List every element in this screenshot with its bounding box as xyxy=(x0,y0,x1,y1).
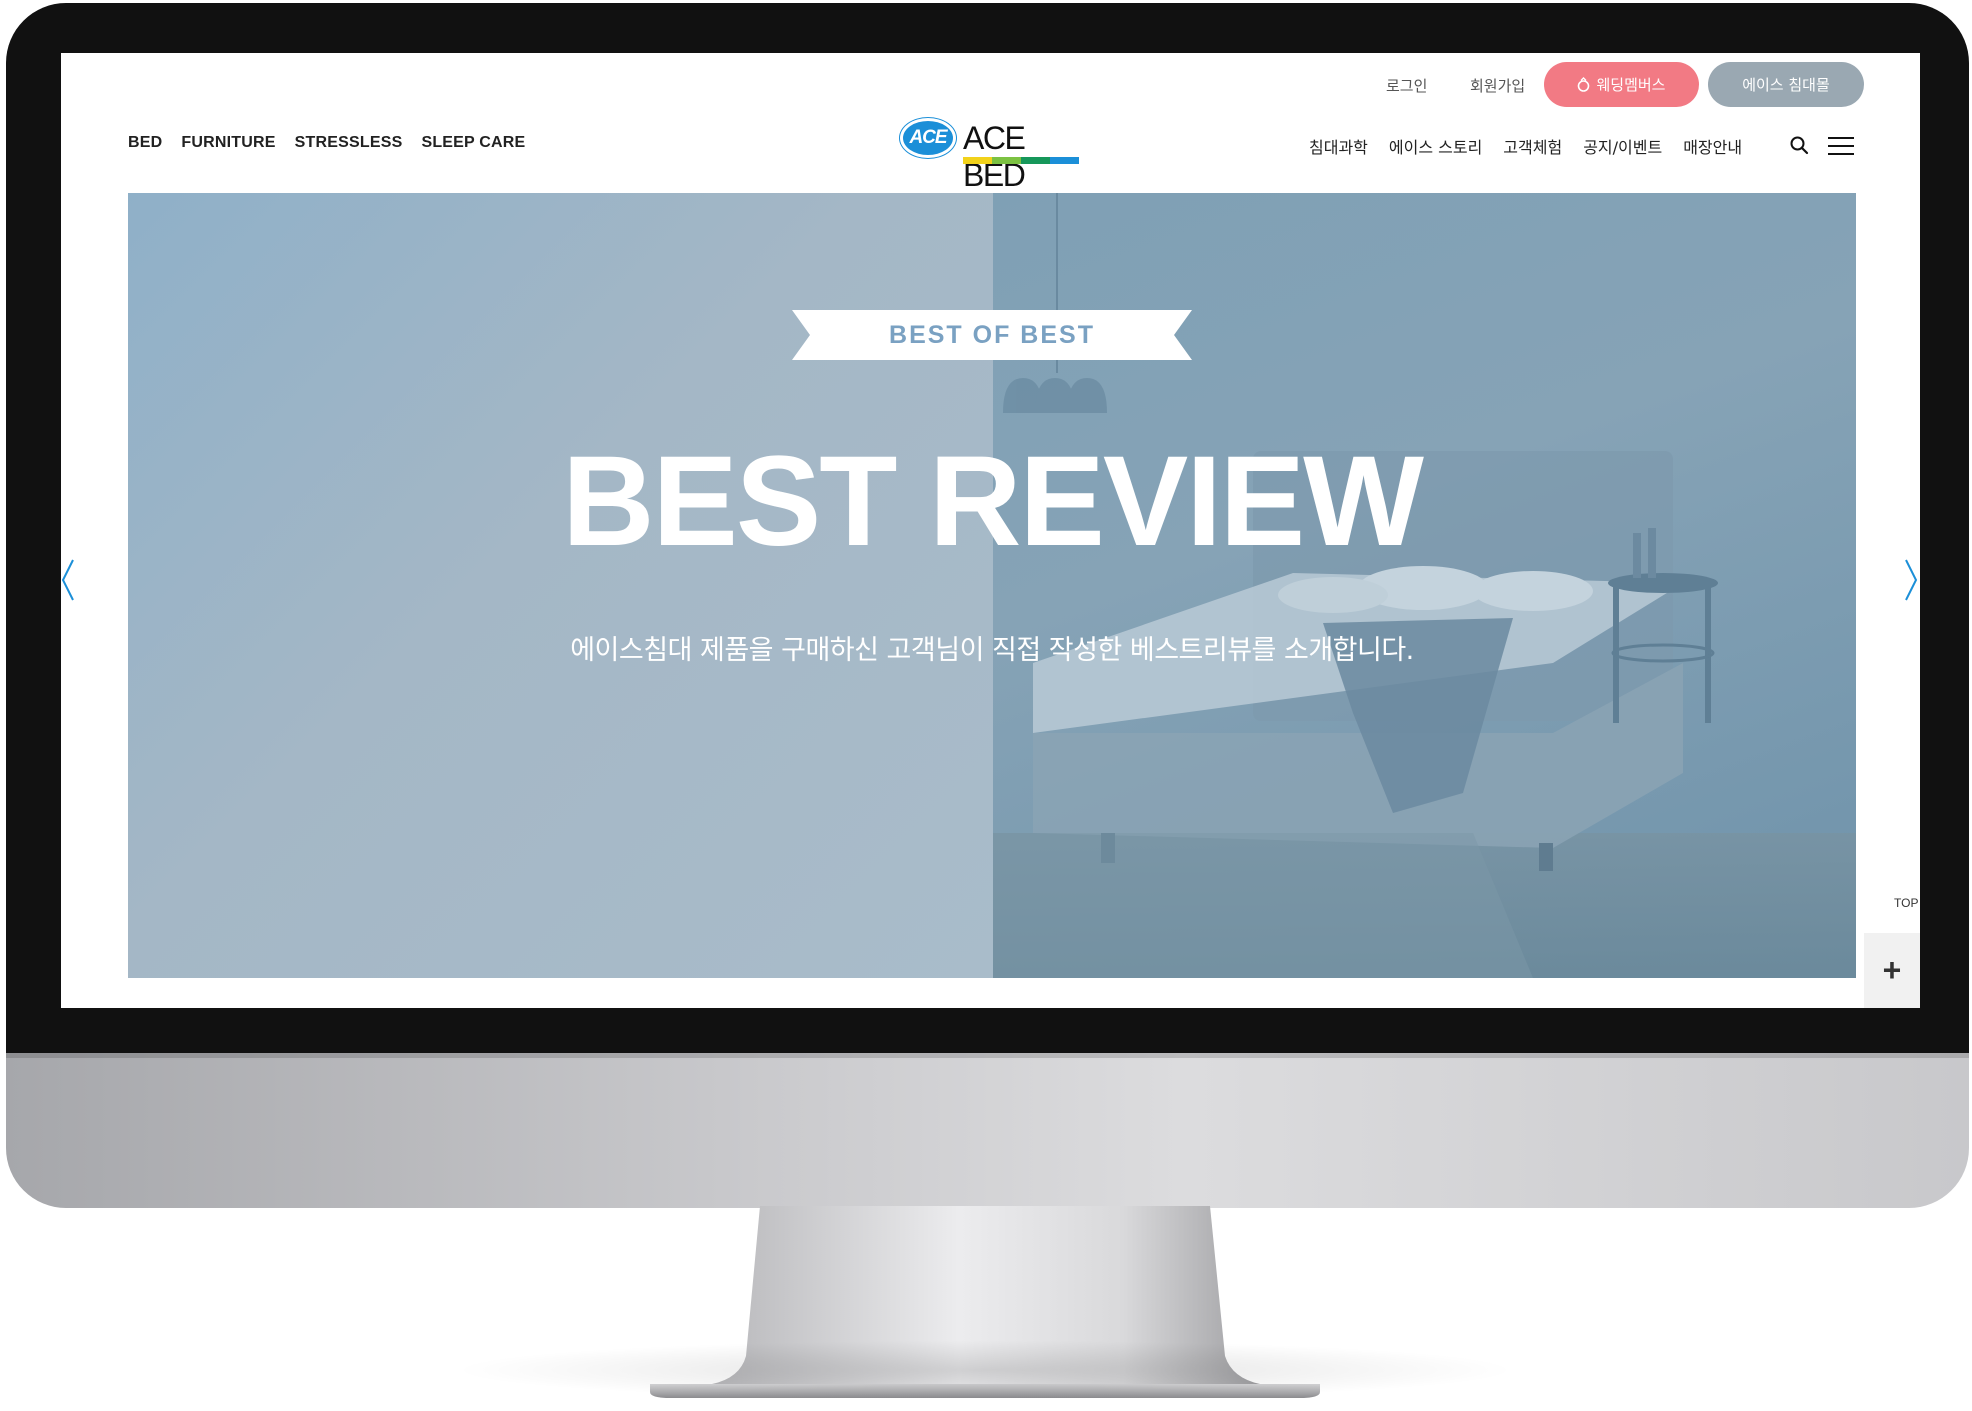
chevron-left-icon[interactable] xyxy=(61,558,75,602)
nav-left: BED FURNITURE STRESSLESS SLEEP CARE xyxy=(128,134,525,152)
nav-item-ace-story[interactable]: 에이스 스토리 xyxy=(1389,134,1482,158)
wedding-members-button[interactable]: 웨딩멤버스 xyxy=(1544,62,1699,107)
ace-bed-logo[interactable]: ACE ACE BED xyxy=(900,115,1090,193)
search-icon[interactable] xyxy=(1789,135,1809,155)
nav-item-store-info[interactable]: 매장안내 xyxy=(1683,134,1742,158)
nav-item-sleep-care[interactable]: SLEEP CARE xyxy=(421,134,525,152)
ace-mall-label: 에이스 침대몰 xyxy=(1742,76,1830,94)
hero-subtitle: 에이스침대 제품을 구매하신 고객님이 직접 작성한 베스트리뷰를 소개합니다. xyxy=(570,635,1414,666)
nav-item-furniture[interactable]: FURNITURE xyxy=(181,134,275,152)
ribbon-label-wrap: BEST OF BEST xyxy=(792,310,1192,360)
menu-icon[interactable] xyxy=(1828,136,1854,156)
monitor-frame: 로그인 회원가입 웨딩멤버스 에이스 침대몰 BED FURNITURE STR… xyxy=(6,3,1969,1208)
plus-icon: + xyxy=(1882,952,1902,988)
ring-icon xyxy=(1578,77,1590,92)
wedding-members-label: 웨딩멤버스 xyxy=(1596,76,1666,94)
browser-screen: 로그인 회원가입 웨딩멤버스 에이스 침대몰 BED FURNITURE STR… xyxy=(61,53,1920,1008)
stand-shadow xyxy=(450,1340,1520,1400)
quick-menu-plus-button[interactable]: + xyxy=(1864,933,1920,1008)
nav-item-bed-science[interactable]: 침대과학 xyxy=(1309,134,1368,158)
hero-banner[interactable]: BEST OF BEST BEST REVIEW 에이스침대 제품을 구매하신 … xyxy=(128,193,1856,978)
nav-item-bed[interactable]: BED xyxy=(128,134,162,152)
nav-item-notice-event[interactable]: 공지/이벤트 xyxy=(1583,134,1662,158)
login-link[interactable]: 로그인 xyxy=(1386,75,1427,96)
logo-stripes xyxy=(963,157,1079,164)
ribbon-label: BEST OF BEST xyxy=(889,320,1095,349)
nav-item-customer-experience[interactable]: 고객체험 xyxy=(1503,134,1562,158)
monitor-chin xyxy=(6,1053,1969,1208)
chin-shadow xyxy=(6,1053,1969,1058)
nav-right: 침대과학 에이스 스토리 고객체험 공지/이벤트 매장안내 xyxy=(1309,134,1742,158)
nav-item-stressless[interactable]: STRESSLESS xyxy=(295,134,403,152)
logo-badge: ACE xyxy=(900,118,956,158)
chevron-right-icon[interactable] xyxy=(1904,558,1918,602)
hero-title: BEST REVIEW xyxy=(562,430,1424,573)
ace-mall-button[interactable]: 에이스 침대몰 xyxy=(1708,62,1864,107)
signup-link[interactable]: 회원가입 xyxy=(1470,75,1525,96)
scroll-top-button[interactable]: TOP xyxy=(1894,896,1918,910)
